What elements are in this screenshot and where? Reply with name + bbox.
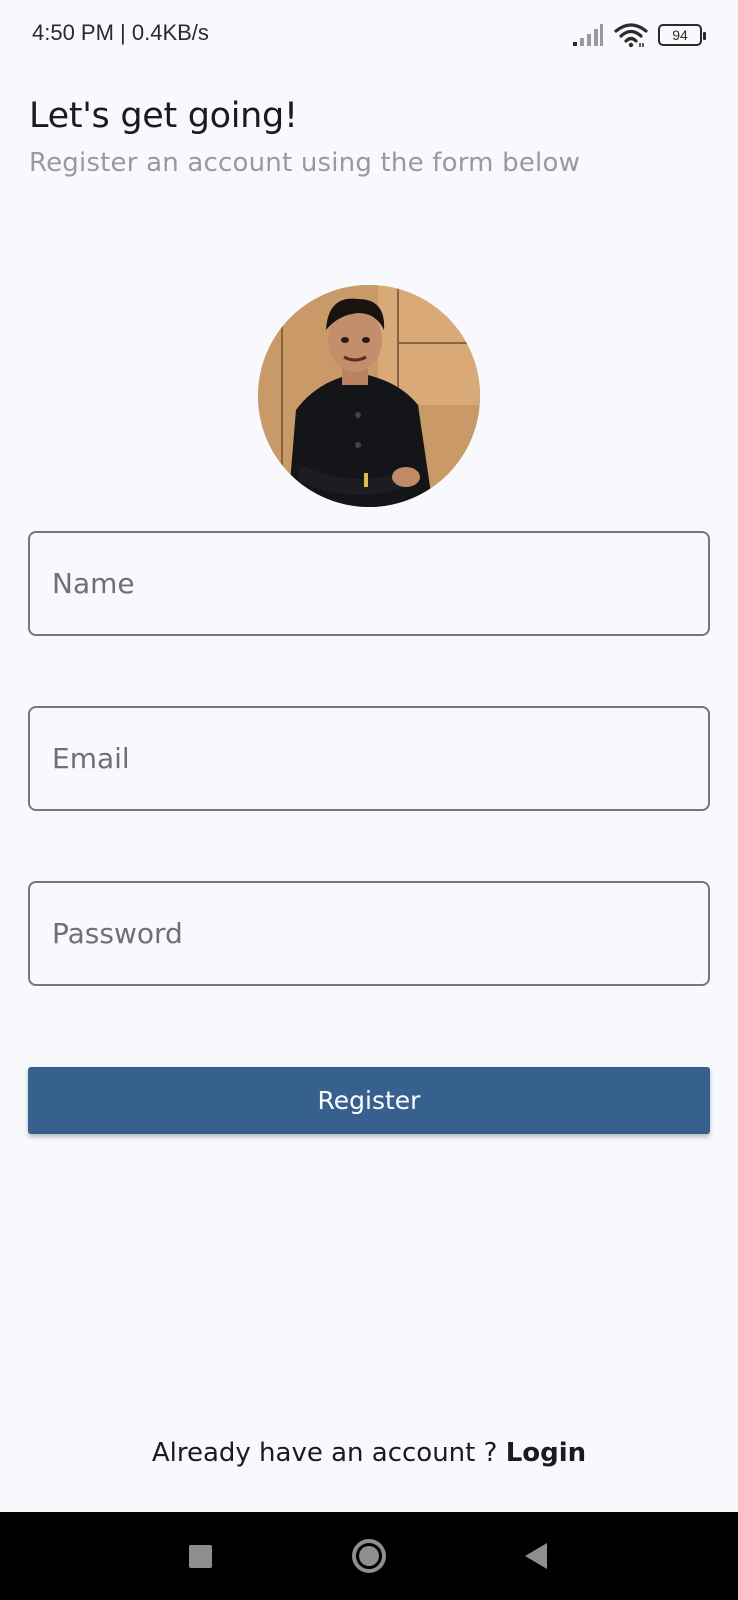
back-icon xyxy=(525,1543,547,1569)
recents-icon xyxy=(188,1544,212,1568)
wifi-icon xyxy=(614,23,648,48)
battery-level: 94 xyxy=(672,27,688,43)
login-prompt-row: Already have an account ? Login xyxy=(0,1438,738,1468)
home-icon xyxy=(352,1539,386,1573)
profile-photo-avatar[interactable] xyxy=(258,285,480,507)
email-field[interactable] xyxy=(28,706,710,811)
register-button[interactable]: Register xyxy=(28,1067,710,1134)
battery-icon: 94 xyxy=(658,24,706,46)
profile-photo-icon xyxy=(258,285,480,507)
name-input[interactable] xyxy=(52,533,708,634)
password-field[interactable] xyxy=(28,881,710,986)
status-bar: 4:50 PM | 0.4KB/s 94 xyxy=(0,0,738,70)
back-button[interactable] xyxy=(496,1512,576,1600)
signal-icon xyxy=(573,24,603,46)
login-prompt-text: Already have an account ? xyxy=(151,1438,506,1468)
name-field[interactable] xyxy=(28,531,710,636)
home-button[interactable] xyxy=(329,1512,409,1600)
status-icons: 94 xyxy=(572,20,706,50)
page-subtitle: Register an account using the form below xyxy=(29,148,581,178)
password-input[interactable] xyxy=(52,883,708,984)
email-input[interactable] xyxy=(52,708,708,809)
status-time: 4:50 PM | 0.4KB/s xyxy=(32,20,209,45)
recents-button[interactable] xyxy=(160,1512,240,1600)
page-title: Let's get going! xyxy=(29,96,298,136)
system-nav-bar xyxy=(0,1512,738,1600)
login-link[interactable]: Login xyxy=(506,1438,586,1468)
